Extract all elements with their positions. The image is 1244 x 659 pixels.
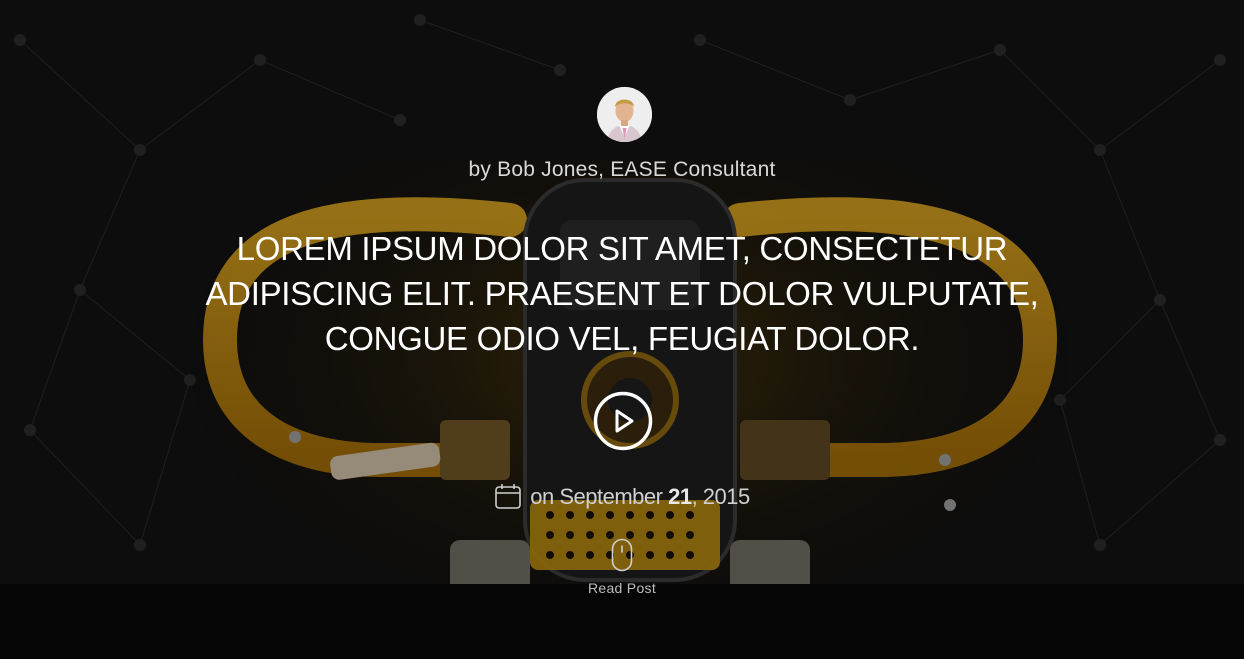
date-year: , 2015 <box>691 484 751 509</box>
post-hero-content: by Bob Jones, EASE Consultant LOREM IPSU… <box>0 0 1244 659</box>
author-avatar[interactable] <box>597 87 652 142</box>
play-circle-icon <box>593 391 653 451</box>
calendar-icon <box>494 482 522 510</box>
author-byline: by Bob Jones, EASE Consultant <box>468 158 776 181</box>
date-prefix: on September <box>530 484 663 509</box>
read-post-label: Read Post <box>587 580 657 596</box>
hero-section: by Bob Jones, EASE Consultant LOREM IPSU… <box>0 0 1244 659</box>
post-date: on September 21, 2015 <box>0 484 1244 512</box>
author-portrait-icon <box>597 87 652 142</box>
read-post-link[interactable]: Read Post <box>572 538 672 596</box>
play-video-button[interactable] <box>593 391 653 451</box>
post-title: LOREM IPSUM DOLOR SIT AMET, CONSECTETUR … <box>205 230 1039 357</box>
date-day: 21 <box>668 484 692 509</box>
mouse-scroll-icon <box>611 538 633 572</box>
